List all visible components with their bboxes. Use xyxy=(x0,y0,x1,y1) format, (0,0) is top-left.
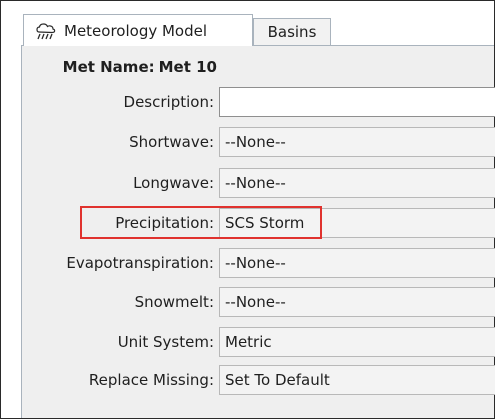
precipitation-select[interactable]: SCS Storm xyxy=(219,208,495,238)
evapotranspiration-select[interactable]: --None-- xyxy=(219,248,495,278)
tab-meteorology-model[interactable]: Meteorology Model xyxy=(23,14,253,46)
description-input[interactable] xyxy=(219,87,495,117)
shortwave-select[interactable]: --None-- xyxy=(219,127,495,157)
snowmelt-label: Snowmelt: xyxy=(134,293,214,311)
snowmelt-select[interactable]: --None-- xyxy=(219,287,495,317)
description-label: Description: xyxy=(123,93,214,111)
longwave-label: Longwave: xyxy=(133,174,214,192)
unit-system-label: Unit System: xyxy=(117,333,214,351)
component-editor: Meteorology Model Basins Met Name: Met 10… xyxy=(0,0,495,419)
tab-meteorology-model-label: Meteorology Model xyxy=(64,21,208,40)
shortwave-label: Shortwave: xyxy=(129,133,214,151)
tab-basins-label: Basins xyxy=(267,23,317,41)
precipitation-label: Precipitation: xyxy=(115,214,214,232)
meteorology-icon xyxy=(34,21,58,41)
replace-missing-select[interactable]: Set To Default xyxy=(219,365,495,395)
tab-strip: Meteorology Model Basins xyxy=(1,1,494,46)
met-name-value: Met 10 xyxy=(158,58,217,76)
evapotranspiration-label: Evapotranspiration: xyxy=(66,254,214,272)
unit-system-select[interactable]: Metric xyxy=(219,327,495,357)
met-name-heading: Met Name: Met 10 xyxy=(1,57,217,77)
met-name-label: Met Name: xyxy=(62,58,155,76)
replace-missing-label: Replace Missing: xyxy=(88,371,214,389)
longwave-select[interactable]: --None-- xyxy=(219,168,495,198)
tab-basins[interactable]: Basins xyxy=(253,18,331,45)
